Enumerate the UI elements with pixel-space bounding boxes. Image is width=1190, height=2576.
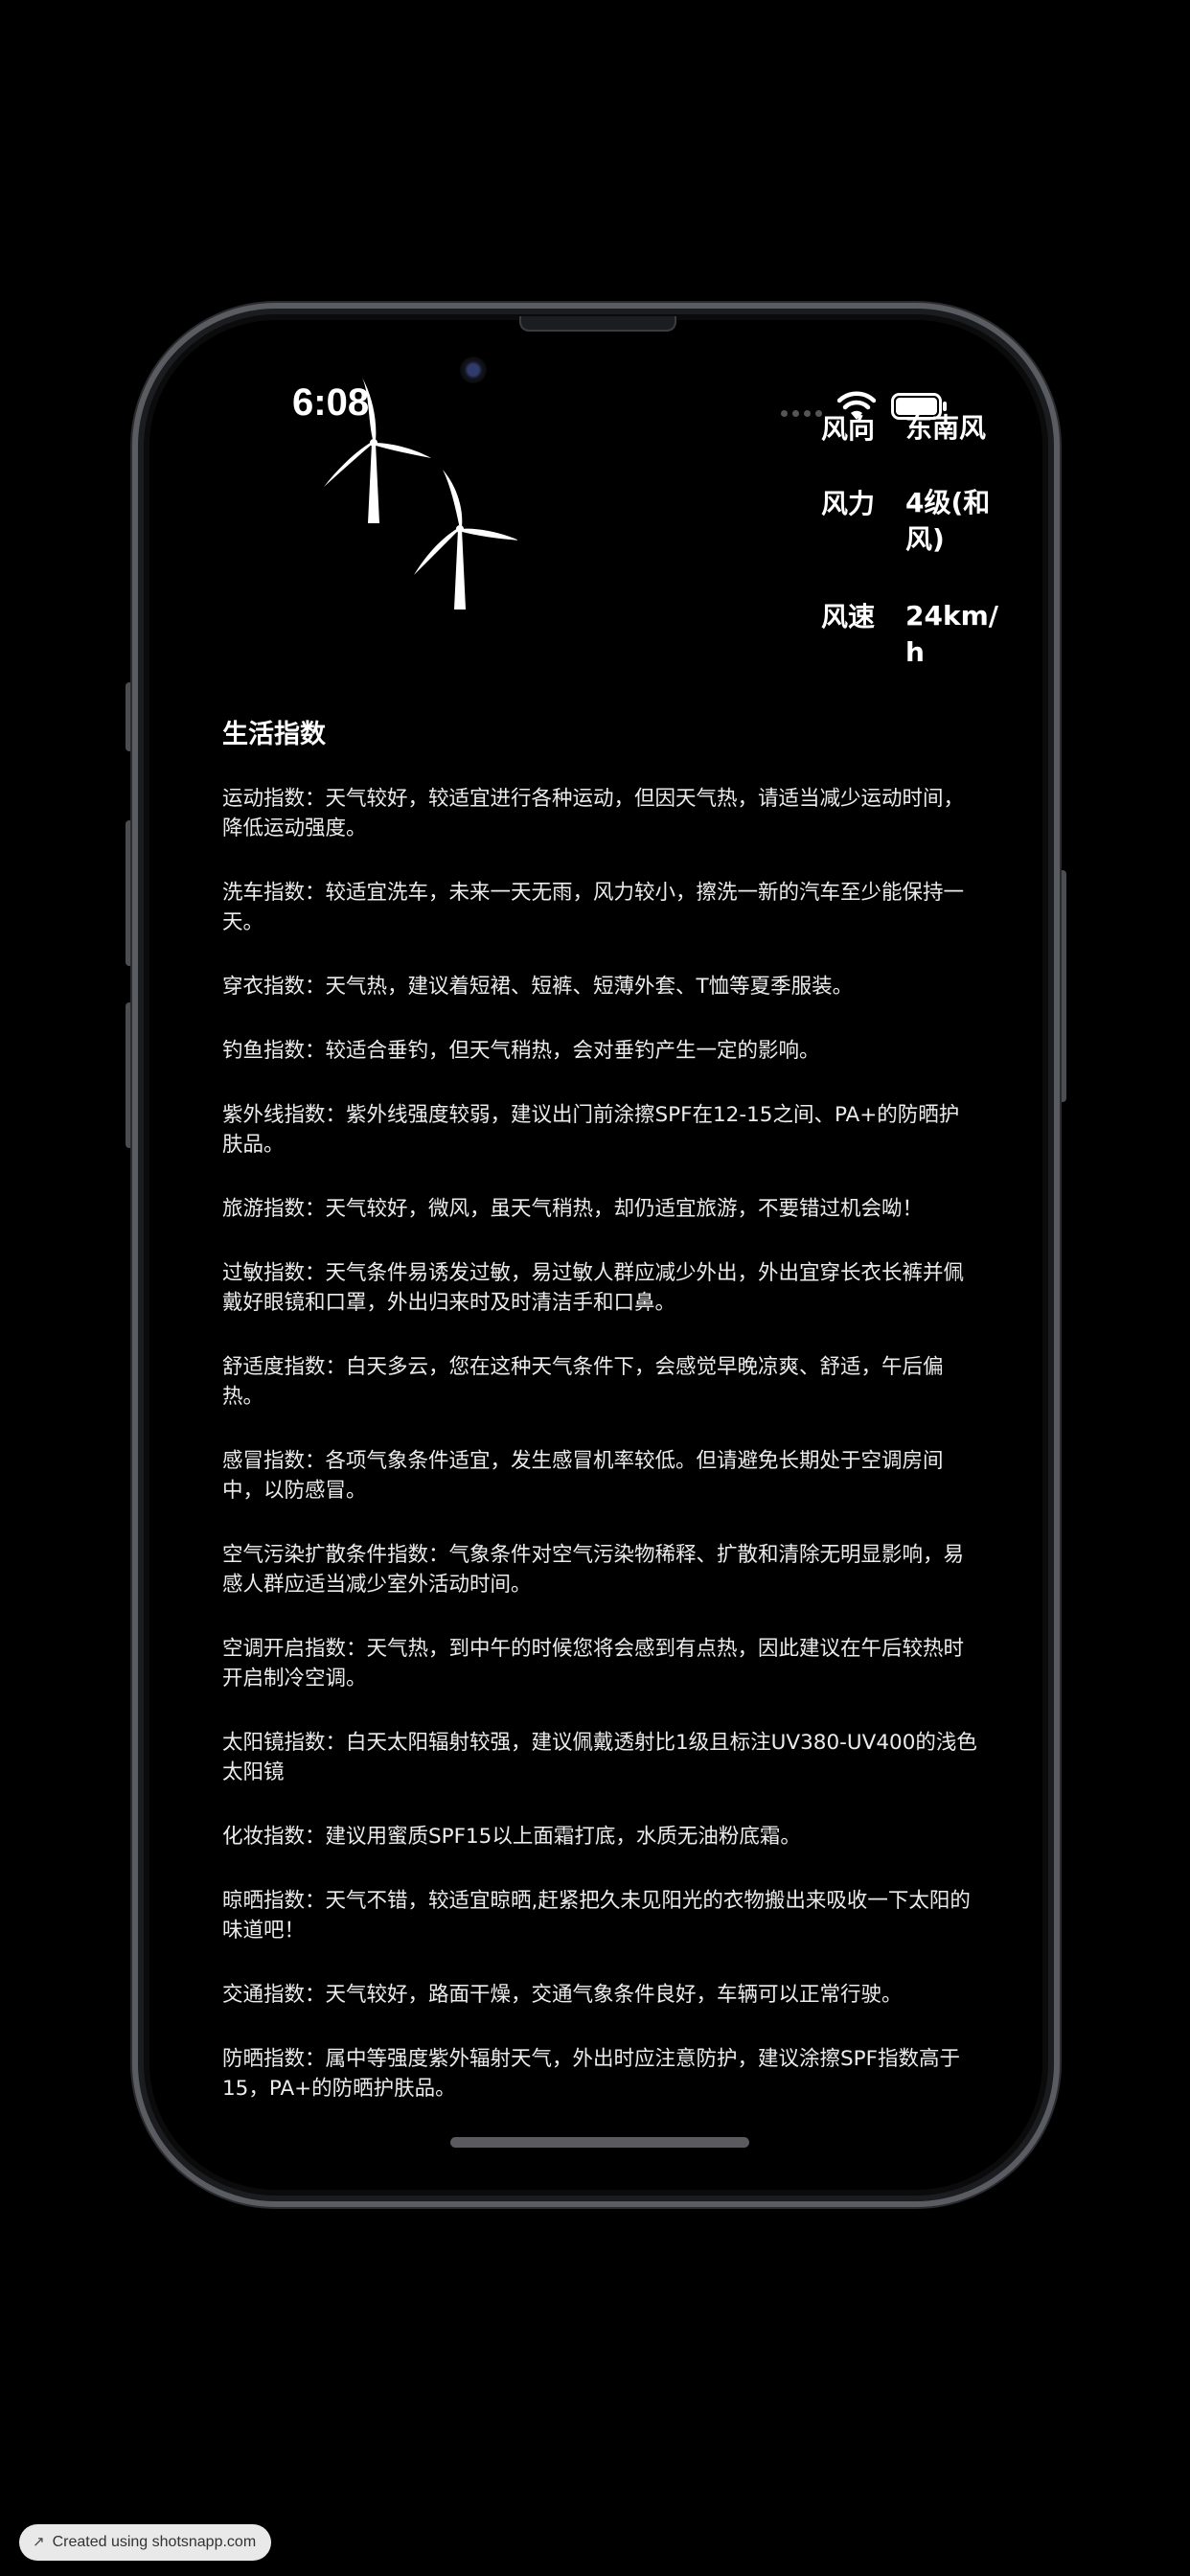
wind-force-row: 风力 4级(和风) <box>821 485 1013 558</box>
signal-dots-icon <box>781 410 822 417</box>
windmill-icon <box>414 470 517 610</box>
life-index-title: 生活指数 <box>222 720 326 749</box>
front-camera-icon <box>460 356 487 383</box>
wind-speed-value: 24km/h <box>905 600 998 668</box>
life-index-item: 钓鱼指数：较适合垂钓，但天气稍热，会对垂钓产生一定的影响。 <box>222 1039 820 1063</box>
life-index-item: 交通指数：天气较好，路面干燥，交通气象条件良好，车辆可以正常行驶。 <box>222 1983 903 2007</box>
wind-force-label: 风力 <box>821 488 876 519</box>
wind-force-value: 4级(和风) <box>905 487 991 555</box>
life-index-item: 运动指数：天气较好，较适宜进行各种运动，但因天气热，请适当减少运动时间，降低运动… <box>222 787 965 840</box>
life-index-item: 空调开启指数：天气热，到中午的时候您将会感到有点热，因此建议在午后较热时开启制冷… <box>222 1637 965 1690</box>
home-indicator[interactable] <box>450 2137 749 2148</box>
life-index-item: 紫外线指数：紫外线强度较弱，建议出门前涂擦SPF在12-15之间、PA+的防晒护… <box>222 1103 960 1157</box>
life-index-item: 防晒指数：属中等强度紫外辐射天气，外出时应注意防护，建议涂擦SPF指数高于15，… <box>222 2047 960 2101</box>
wind-direction-label: 风向 <box>821 413 876 445</box>
mockup-stage: 6:08 风向 东南风 风力 4级(和风) 风速 24km/h 生活指数 运动指… <box>0 0 1190 2576</box>
life-index-item: 空气污染扩散条件指数：气象条件对空气污染物稀释、扩散和清除无明显影响，易感人群应… <box>222 1543 965 1597</box>
wind-speed-label: 风速 <box>821 601 876 632</box>
wind-speed-row: 风速 24km/h <box>821 598 1013 671</box>
arrow-up-right-icon: ↗ <box>33 2534 45 2550</box>
wind-direction-row: 风向 东南风 <box>821 410 1013 448</box>
life-index-item: 旅游指数：天气较好，微风，虽天气稍热，却仍适宜旅游，不要错过机会呦！ <box>222 1197 924 1221</box>
life-index-list: 运动指数：天气较好，较适宜进行各种运动，但因天气热，请适当减少运动时间，降低运动… <box>222 784 977 2138</box>
life-index-item: 太阳镜指数：白天太阳辐射较强，建议佩戴透射比1级且标注UV380-UV400的浅… <box>222 1731 977 1784</box>
life-index-item: 晾晒指数：天气不错，较适宜晾晒,赶紧把久未见阳光的衣物搬出来吸收一下太阳的味道吧… <box>222 1889 971 1943</box>
life-index-item: 穿衣指数：天气热，建议着短裙、短裤、短薄外套、T恤等夏季服装。 <box>222 975 854 999</box>
life-index-item: 过敏指数：天气条件易诱发过敏，易过敏人群应减少外出，外出宜穿长衣长裤并佩戴好眼镜… <box>222 1261 965 1315</box>
power-button <box>1059 870 1066 1102</box>
life-index-item: 洗车指数：较适宜洗车，未来一天无雨，风力较小，擦洗一新的汽车至少能保持一天。 <box>222 881 965 934</box>
life-index-item: 舒适度指数：白天多云，您在这种天气条件下，会感觉早晚凉爽、舒适，午后偏热。 <box>222 1355 944 1409</box>
watermark-text: Created using shotsnapp.com <box>52 2534 257 2550</box>
wind-direction-value: 东南风 <box>905 412 987 444</box>
life-index-item: 感冒指数：各项气象条件适宜，发生感冒机率较低。但请避免长期处于空调房间中，以防感… <box>222 1449 944 1503</box>
earpiece-speaker <box>519 316 676 332</box>
life-index-item: 化妆指数：建议用蜜质SPF15以上面霜打底，水质无油粉底霜。 <box>222 1825 801 1849</box>
shotsnapp-watermark[interactable]: ↗ Created using shotsnapp.com <box>19 2524 272 2561</box>
